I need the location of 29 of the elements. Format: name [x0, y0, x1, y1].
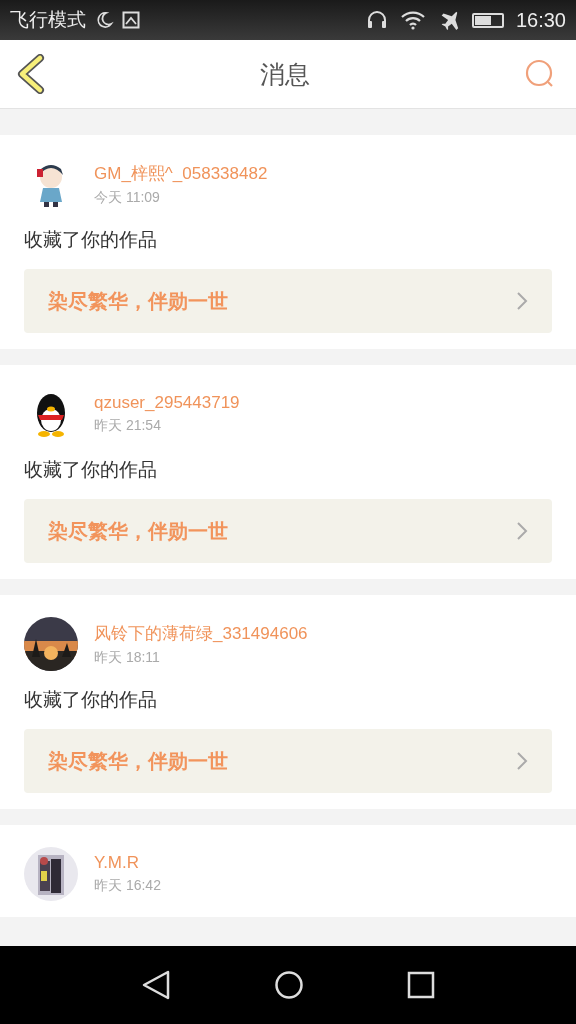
chevron-icon	[516, 291, 528, 311]
chevron-icon	[516, 521, 528, 541]
battery-icon	[471, 12, 504, 28]
message-text: 收藏了你的作品	[24, 227, 158, 252]
user-name[interactable]: 风铃下的薄荷绿_331494606	[94, 621, 308, 645]
message-time: 昨天 16:42	[94, 877, 161, 895]
wifi-icon	[399, 10, 426, 30]
image-icon	[122, 11, 140, 29]
status-mode: 飞行模式	[10, 7, 86, 32]
work-link[interactable]: 染尽繁华，伴勋一世	[24, 499, 552, 563]
message-text: 收藏了你的作品	[24, 687, 158, 712]
status-time: 16:30	[515, 8, 566, 32]
recents-nav-icon[interactable]	[406, 971, 435, 999]
work-link[interactable]: 染尽繁华，伴勋一世	[24, 729, 552, 793]
home-nav-icon[interactable]	[274, 970, 304, 1000]
message-time: 昨天 18:11	[94, 648, 161, 667]
page-title: 消息	[260, 58, 310, 91]
back-icon[interactable]	[16, 54, 46, 94]
moon-icon	[94, 10, 114, 30]
user-name[interactable]: Y.M.R	[94, 853, 161, 873]
message-text: 收藏了你的作品	[24, 457, 158, 482]
back-nav-icon[interactable]	[141, 969, 172, 1001]
user-name[interactable]: qzuser_295443719	[94, 393, 240, 413]
user-name[interactable]: GM_梓熙^_058338482	[94, 161, 268, 185]
chevron-icon	[516, 751, 528, 771]
message-time: 昨天 21:54	[94, 417, 162, 435]
message-time: 今天 11:09	[94, 188, 161, 207]
work-link[interactable]: 染尽繁华，伴勋一世	[24, 269, 552, 333]
headphones-icon	[365, 10, 388, 30]
